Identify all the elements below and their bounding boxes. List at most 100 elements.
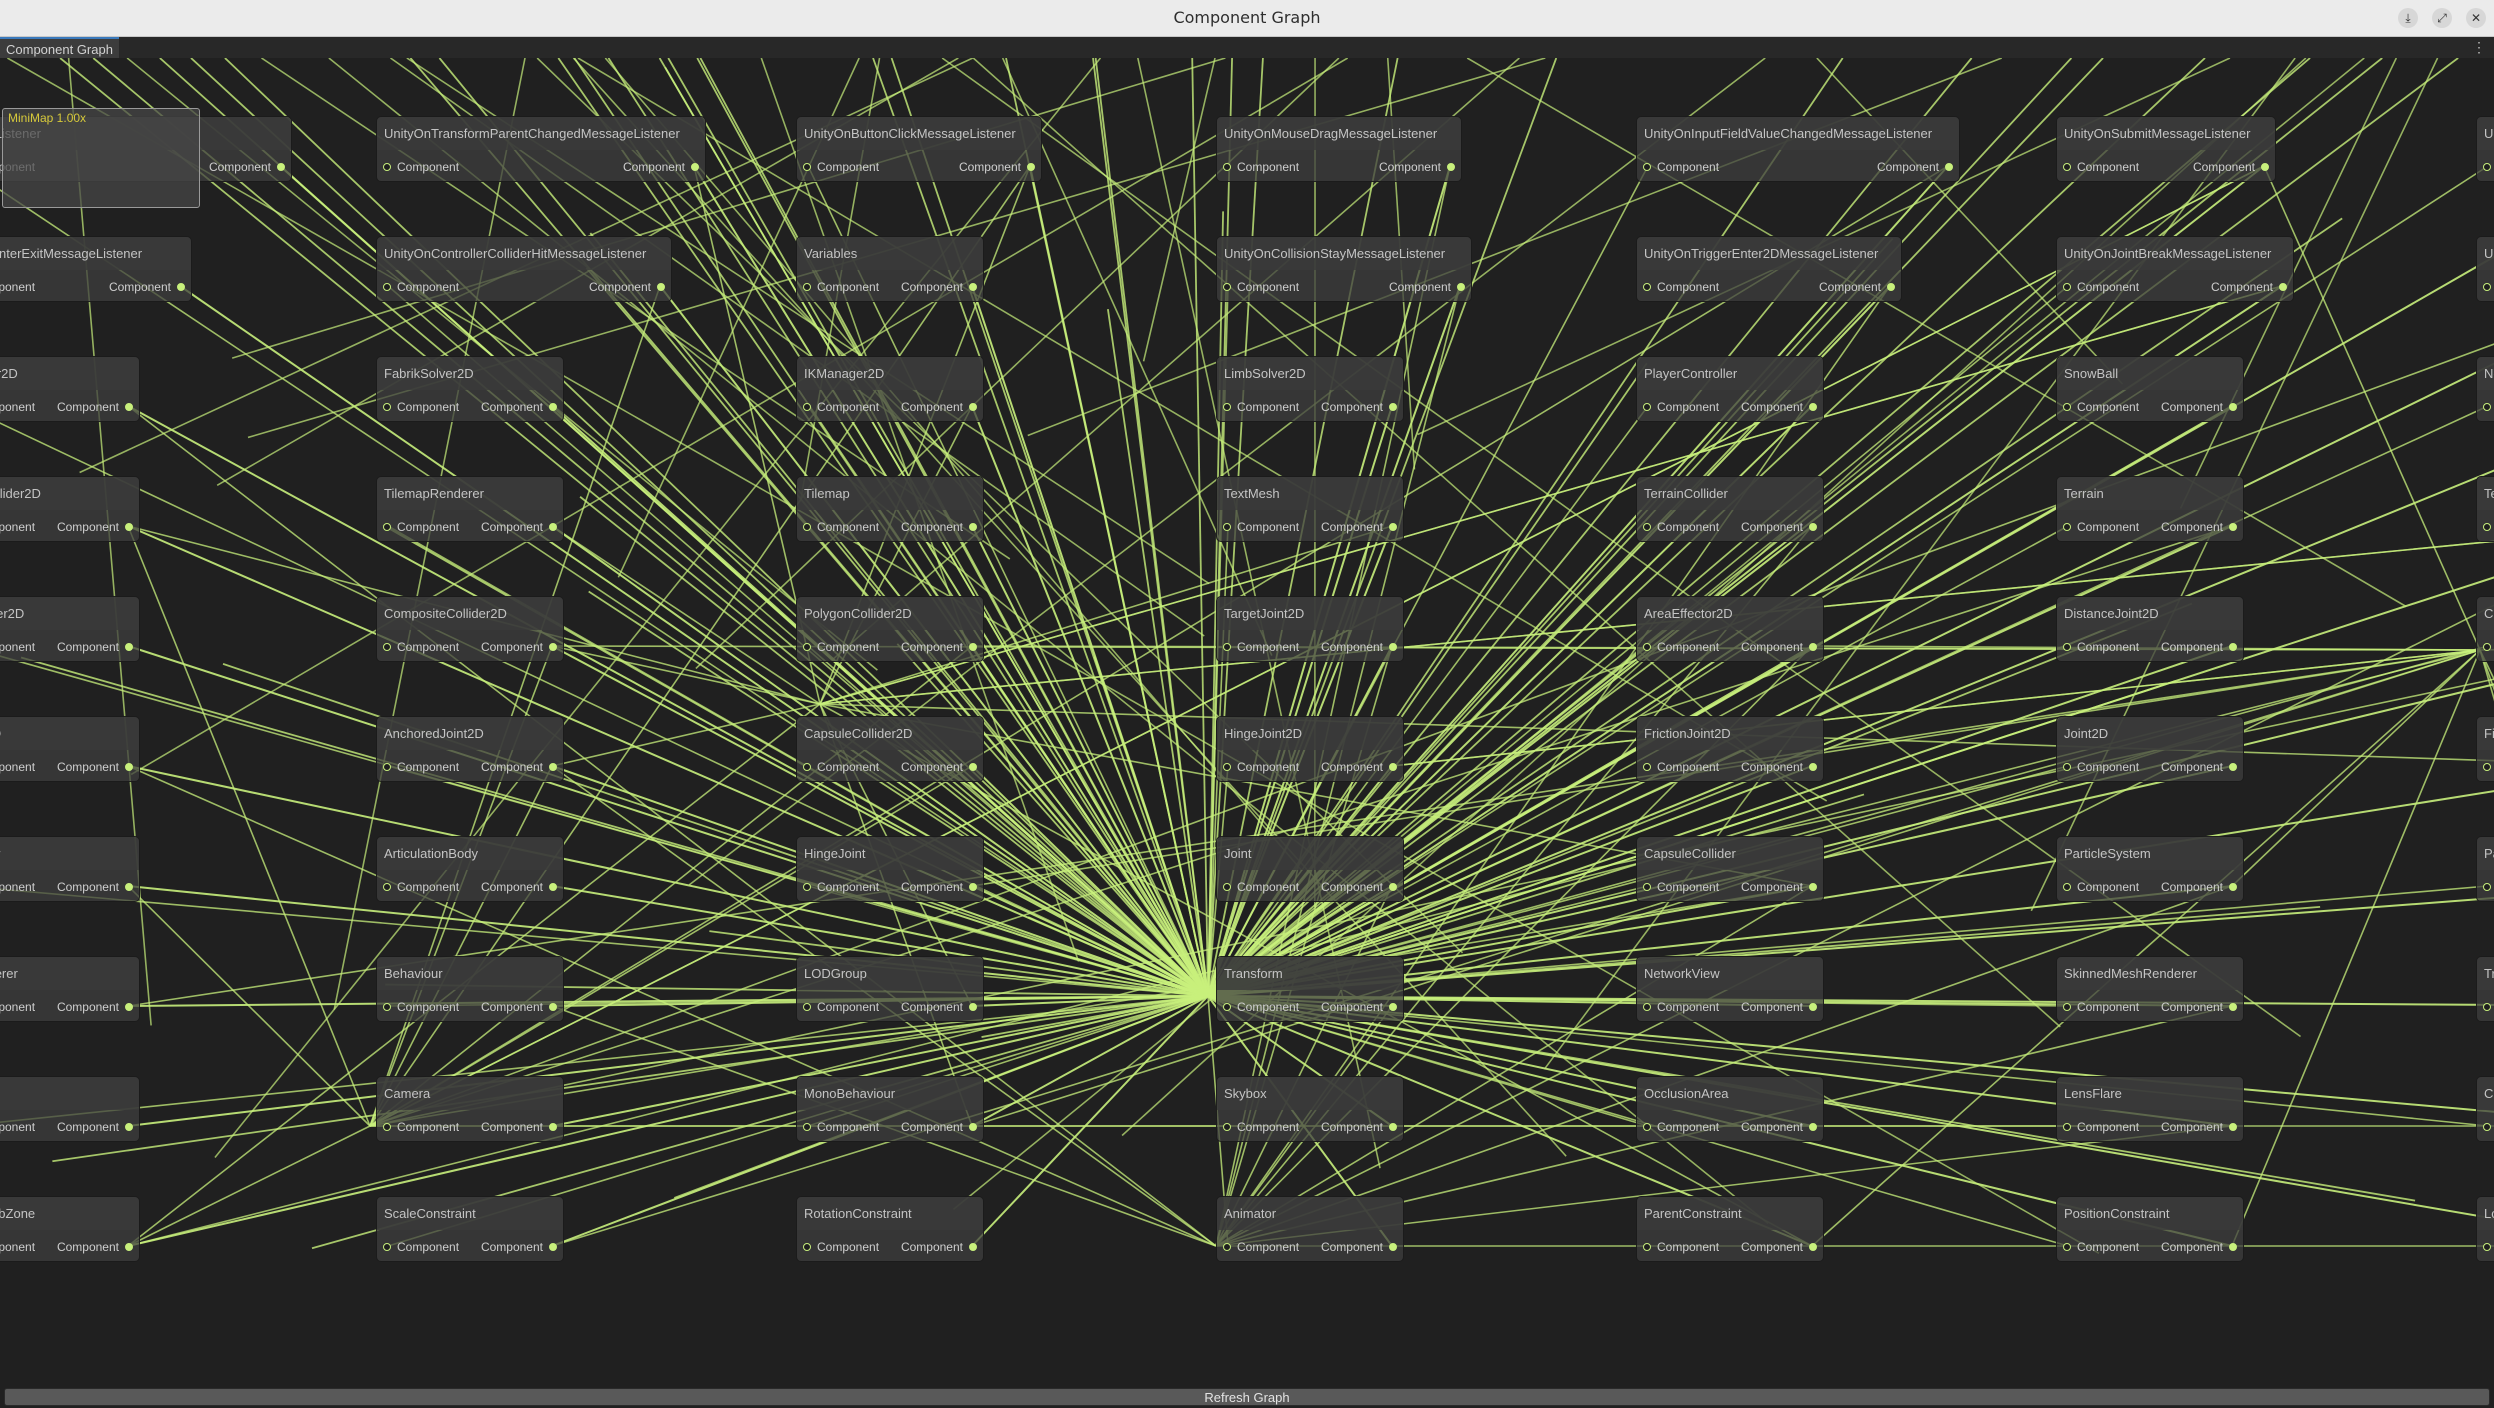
graph-node[interactable]: ParticleSystem Component Component — [2056, 836, 2244, 902]
maximize-icon[interactable]: ⤢ — [2432, 8, 2452, 28]
input-port[interactable]: Component — [2063, 1238, 2139, 1256]
graph-node[interactable]: Tilemap Component Component — [796, 476, 984, 542]
graph-node[interactable]: TerrainCollider Component Component — [1636, 476, 1824, 542]
graph-node[interactable]: Component Component — [0, 1076, 140, 1142]
graph-node[interactable]: NetworkView Component Component — [1636, 956, 1824, 1022]
input-port[interactable]: Component — [1643, 518, 1719, 536]
input-port[interactable]: Component — [1643, 398, 1719, 416]
output-port[interactable]: Component — [57, 518, 133, 536]
input-port[interactable]: Component — [1223, 878, 1299, 896]
input-port[interactable]: Component — [803, 758, 879, 776]
input-port[interactable]: Component — [1643, 1118, 1719, 1136]
graph-node[interactable]: …olver2D Component Component — [0, 356, 140, 422]
input-port[interactable]: Component — [1643, 638, 1719, 656]
graph-node[interactable]: LensFlare Component Component — [2056, 1076, 2244, 1142]
input-port[interactable]: Component — [2063, 518, 2139, 536]
output-port[interactable]: Component — [2161, 998, 2237, 1016]
input-port[interactable]: Component — [803, 1238, 879, 1256]
output-port[interactable]: Component — [109, 278, 185, 296]
input-port[interactable]: Component — [1223, 1238, 1299, 1256]
input-port[interactable]: Component — [1643, 998, 1719, 1016]
input-port[interactable]: Component — [803, 1118, 879, 1136]
input-port[interactable]: Component — [1643, 758, 1719, 776]
input-port[interactable]: Component — [1223, 638, 1299, 656]
graph-node[interactable]: AnchoredJoint2D Component Component — [376, 716, 564, 782]
input-port[interactable]: Component — [2483, 1118, 2494, 1136]
graph-node[interactable]: UnityOnCollisionStayMessageListener Compo… — [1216, 236, 1472, 302]
input-port[interactable]: Component — [1223, 158, 1299, 176]
input-port[interactable]: Component — [2483, 638, 2494, 656]
output-port[interactable]: Component — [57, 638, 133, 656]
input-port[interactable]: Component — [2483, 158, 2494, 176]
graph-node[interactable]: SkinnedMeshRenderer Component Component — [2056, 956, 2244, 1022]
input-port[interactable]: Component — [383, 278, 459, 296]
output-port[interactable]: Component — [481, 638, 557, 656]
output-port[interactable]: Component — [1321, 1238, 1397, 1256]
input-port[interactable]: Component — [383, 998, 459, 1016]
graph-node[interactable]: UnityOnTransformParentChangedMessageList… — [376, 116, 706, 182]
output-port[interactable]: Component — [901, 518, 977, 536]
graph-node[interactable]: Ci…ComponentComponent — [2476, 596, 2494, 662]
graph-node[interactable]: Terrain Component Component — [2056, 476, 2244, 542]
input-port[interactable]: Component — [383, 878, 459, 896]
input-port[interactable]: Component — [2483, 278, 2494, 296]
output-port[interactable]: Component — [2161, 398, 2237, 416]
graph-node[interactable]: ParentConstraint Component Component — [1636, 1196, 1824, 1262]
graph-node[interactable]: PositionConstraint Component Component — [2056, 1196, 2244, 1262]
input-port[interactable]: Component — [2063, 1118, 2139, 1136]
input-port[interactable]: Component — [383, 518, 459, 536]
graph-node[interactable]: …everbZone Component Component — [0, 1196, 140, 1262]
output-port[interactable]: Component — [209, 158, 285, 176]
input-port[interactable]: Component — [383, 398, 459, 416]
input-port[interactable]: Component — [2063, 278, 2139, 296]
graph-node[interactable]: TargetJoint2D Component Component — [1216, 596, 1404, 662]
input-port[interactable]: Component — [383, 1118, 459, 1136]
graph-node[interactable]: UnityOnMouseDragMessageListener Component… — [1216, 116, 1462, 182]
input-port[interactable]: Component — [2483, 1238, 2494, 1256]
output-port[interactable]: Component — [481, 518, 557, 536]
output-port[interactable]: Component — [2193, 158, 2269, 176]
input-port[interactable]: Component — [1223, 758, 1299, 776]
graph-node[interactable]: UnityOnControllerColliderHitMessageListe… — [376, 236, 672, 302]
close-icon[interactable]: ✕ — [2466, 8, 2486, 28]
graph-node[interactable]: OcclusionArea Component Component — [1636, 1076, 1824, 1142]
graph-node[interactable]: …pCollider2D Component Component — [0, 476, 140, 542]
output-port[interactable]: Component — [901, 1238, 977, 1256]
output-port[interactable]: Component — [901, 758, 977, 776]
input-port[interactable]: Component — [1643, 1238, 1719, 1256]
graph-node[interactable]: …enderer Component Component — [0, 956, 140, 1022]
output-port[interactable]: Component — [57, 1118, 133, 1136]
input-port[interactable]: Component — [0, 278, 35, 296]
input-port[interactable]: Component — [1223, 998, 1299, 1016]
input-port[interactable]: Component — [1223, 398, 1299, 416]
input-port[interactable]: Component — [1223, 1118, 1299, 1136]
input-port[interactable]: Component — [1643, 878, 1719, 896]
output-port[interactable]: Component — [1321, 638, 1397, 656]
output-port[interactable]: Component — [2161, 1118, 2237, 1136]
graph-node[interactable]: Te…ComponentComponent — [2476, 476, 2494, 542]
input-port[interactable]: Component — [803, 518, 879, 536]
graph-node[interactable]: LimbSolver2D Component Component — [1216, 356, 1404, 422]
input-port[interactable]: Component — [803, 638, 879, 656]
output-port[interactable]: Component — [1877, 158, 1953, 176]
graph-node[interactable]: MonoBehaviour Component Component — [796, 1076, 984, 1142]
output-port[interactable]: Component — [481, 758, 557, 776]
output-port[interactable]: Component — [901, 278, 977, 296]
input-port[interactable]: Component — [2063, 638, 2139, 656]
output-port[interactable]: Component — [481, 1238, 557, 1256]
input-port[interactable]: Component — [383, 758, 459, 776]
input-port[interactable]: Component — [1223, 278, 1299, 296]
output-port[interactable]: Component — [589, 278, 665, 296]
graph-node[interactable]: HingeJoint2D Component Component — [1216, 716, 1404, 782]
graph-node[interactable]: FrictionJoint2D Component Component — [1636, 716, 1824, 782]
input-port[interactable]: Component — [383, 158, 459, 176]
output-port[interactable]: Component — [2161, 518, 2237, 536]
input-port[interactable]: Component — [803, 398, 879, 416]
graph-node[interactable]: SnowBall Component Component — [2056, 356, 2244, 422]
input-port[interactable]: Component — [0, 758, 35, 776]
input-port[interactable]: Component — [0, 398, 35, 416]
graph-node[interactable]: Cl…ComponentComponent — [2476, 1076, 2494, 1142]
output-port[interactable]: Component — [2161, 758, 2237, 776]
graph-node[interactable]: UnityOnTriggerEnter2DMessageListener Comp… — [1636, 236, 1902, 302]
output-port[interactable]: Component — [1321, 518, 1397, 536]
